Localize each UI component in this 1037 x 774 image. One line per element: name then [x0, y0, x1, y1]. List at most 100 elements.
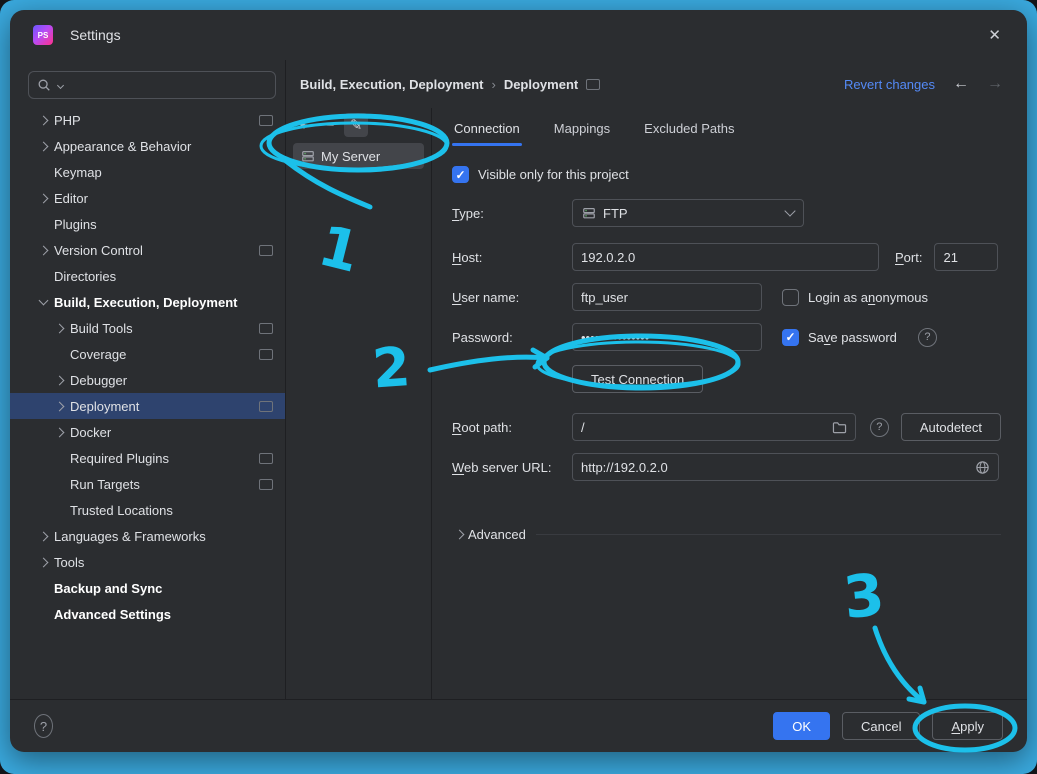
- add-server-button[interactable]: +: [292, 113, 316, 137]
- login-anonymous-label: Login as anonymous: [808, 290, 928, 305]
- close-button[interactable]: ✕: [984, 24, 1005, 46]
- breadcrumb: Build, Execution, Deployment › Deploymen…: [300, 77, 600, 92]
- chevron-right-icon: [36, 113, 50, 127]
- server-toolbar: + − ✎: [286, 113, 431, 137]
- login-anonymous-checkbox[interactable]: [782, 289, 799, 306]
- monitor-icon: [259, 479, 273, 490]
- sidebar-item-coverage[interactable]: Coverage: [10, 341, 285, 367]
- sidebar-item-trusted-locations[interactable]: Trusted Locations: [10, 497, 285, 523]
- web-server-url-field-wrap: [572, 453, 999, 481]
- user-name-label: User name:: [452, 290, 572, 305]
- password-field[interactable]: [572, 323, 762, 351]
- sidebar-item-docker[interactable]: Docker: [10, 419, 285, 445]
- server-list-panel: + − ✎ My Server: [286, 108, 432, 699]
- type-select[interactable]: FTP: [572, 199, 804, 227]
- search-icon: [37, 78, 51, 92]
- chevron-right-icon: [52, 321, 66, 335]
- sidebar-item-deployment[interactable]: Deployment: [10, 393, 285, 419]
- chevron-right-icon: [36, 191, 50, 205]
- sidebar-item-keymap[interactable]: Keymap: [10, 159, 285, 185]
- cancel-button[interactable]: Cancel: [842, 712, 920, 740]
- monitor-icon: [259, 115, 273, 126]
- settings-tree: PHP Appearance & Behavior Keymap Editor …: [10, 107, 285, 627]
- tab-excluded-paths[interactable]: Excluded Paths: [642, 108, 736, 148]
- server-item-label: My Server: [321, 149, 380, 164]
- host-field[interactable]: [572, 243, 879, 271]
- test-connection-button[interactable]: Test Connection: [572, 365, 703, 393]
- sidebar-item-required-plugins[interactable]: Required Plugins: [10, 445, 285, 471]
- chevron-down-icon: [56, 78, 64, 92]
- window-title: Settings: [70, 27, 121, 43]
- chevron-down-icon: [784, 205, 795, 216]
- root-path-label: Root path:: [452, 420, 572, 435]
- server-icon: [582, 206, 596, 220]
- chevron-right-icon: [36, 555, 50, 569]
- save-password-checkbox[interactable]: [782, 329, 799, 346]
- apply-button[interactable]: Apply: [932, 712, 1003, 740]
- monitor-icon: [259, 453, 273, 464]
- chevron-right-icon: [452, 528, 466, 542]
- type-select-value: FTP: [603, 206, 628, 221]
- title-bar: PS Settings ✕: [10, 10, 1027, 60]
- sidebar-item-backup-and-sync[interactable]: Backup and Sync: [10, 575, 285, 601]
- settings-sidebar: PHP Appearance & Behavior Keymap Editor …: [10, 60, 286, 699]
- root-path-field-wrap: [572, 413, 856, 441]
- help-icon[interactable]: ?: [918, 328, 937, 347]
- monitor-icon: [586, 79, 600, 90]
- breadcrumb-current: Deployment: [504, 77, 578, 92]
- forward-arrow-icon[interactable]: →: [987, 75, 1003, 93]
- monitor-icon: [259, 245, 273, 256]
- advanced-label: Advanced: [468, 527, 526, 542]
- sidebar-item-run-targets[interactable]: Run Targets: [10, 471, 285, 497]
- help-icon[interactable]: ?: [870, 418, 889, 437]
- sidebar-item-tools[interactable]: Tools: [10, 549, 285, 575]
- remove-server-button[interactable]: −: [318, 113, 342, 137]
- globe-icon[interactable]: [975, 460, 990, 475]
- sidebar-item-appearance-behavior[interactable]: Appearance & Behavior: [10, 133, 285, 159]
- content-header: Build, Execution, Deployment › Deploymen…: [286, 60, 1027, 108]
- web-server-url-field[interactable]: [581, 460, 969, 475]
- host-label: Host:: [452, 250, 572, 265]
- sidebar-item-directories[interactable]: Directories: [10, 263, 285, 289]
- save-password-label: Save password: [808, 330, 897, 345]
- monitor-icon: [259, 323, 273, 334]
- sidebar-item-build-execution-deployment[interactable]: Build, Execution, Deployment: [10, 289, 285, 315]
- chevron-right-icon: [36, 243, 50, 257]
- sidebar-item-languages-frameworks[interactable]: Languages & Frameworks: [10, 523, 285, 549]
- visible-only-checkbox[interactable]: [452, 166, 469, 183]
- revert-changes-link[interactable]: Revert changes: [844, 77, 935, 92]
- port-label: Port:: [895, 250, 922, 265]
- chevron-right-icon: [52, 373, 66, 387]
- sidebar-item-php[interactable]: PHP: [10, 107, 285, 133]
- sidebar-item-plugins[interactable]: Plugins: [10, 211, 285, 237]
- folder-icon[interactable]: [832, 421, 847, 434]
- chevron-right-icon: [52, 425, 66, 439]
- advanced-section-toggle[interactable]: Advanced: [452, 527, 1001, 542]
- tab-mappings[interactable]: Mappings: [552, 108, 612, 148]
- edit-server-button[interactable]: ✎: [344, 113, 368, 137]
- sidebar-item-debugger[interactable]: Debugger: [10, 367, 285, 393]
- ok-button[interactable]: OK: [773, 712, 830, 740]
- sidebar-item-build-tools[interactable]: Build Tools: [10, 315, 285, 341]
- server-list-item[interactable]: My Server: [293, 143, 424, 169]
- autodetect-button[interactable]: Autodetect: [901, 413, 1001, 441]
- help-button[interactable]: ?: [34, 714, 53, 738]
- back-arrow-icon[interactable]: ←: [953, 75, 969, 93]
- monitor-icon: [259, 401, 273, 412]
- breadcrumb-parent[interactable]: Build, Execution, Deployment: [300, 77, 483, 92]
- root-path-field[interactable]: [581, 420, 826, 435]
- port-field[interactable]: [934, 243, 998, 271]
- sidebar-item-version-control[interactable]: Version Control: [10, 237, 285, 263]
- sidebar-item-editor[interactable]: Editor: [10, 185, 285, 211]
- search-input[interactable]: [28, 71, 276, 99]
- type-label: Type:: [452, 206, 572, 221]
- user-name-field[interactable]: [572, 283, 762, 311]
- breadcrumb-separator: ›: [491, 77, 495, 92]
- phpstorm-logo-icon: PS: [33, 25, 53, 45]
- chevron-right-icon: [36, 139, 50, 153]
- tab-connection[interactable]: Connection: [452, 108, 522, 148]
- connection-form: Connection Mappings Excluded Paths Visib…: [432, 108, 1027, 699]
- sidebar-item-advanced-settings[interactable]: Advanced Settings: [10, 601, 285, 627]
- chevron-right-icon: [36, 529, 50, 543]
- dialog-footer: ? OK Cancel Apply: [10, 699, 1027, 752]
